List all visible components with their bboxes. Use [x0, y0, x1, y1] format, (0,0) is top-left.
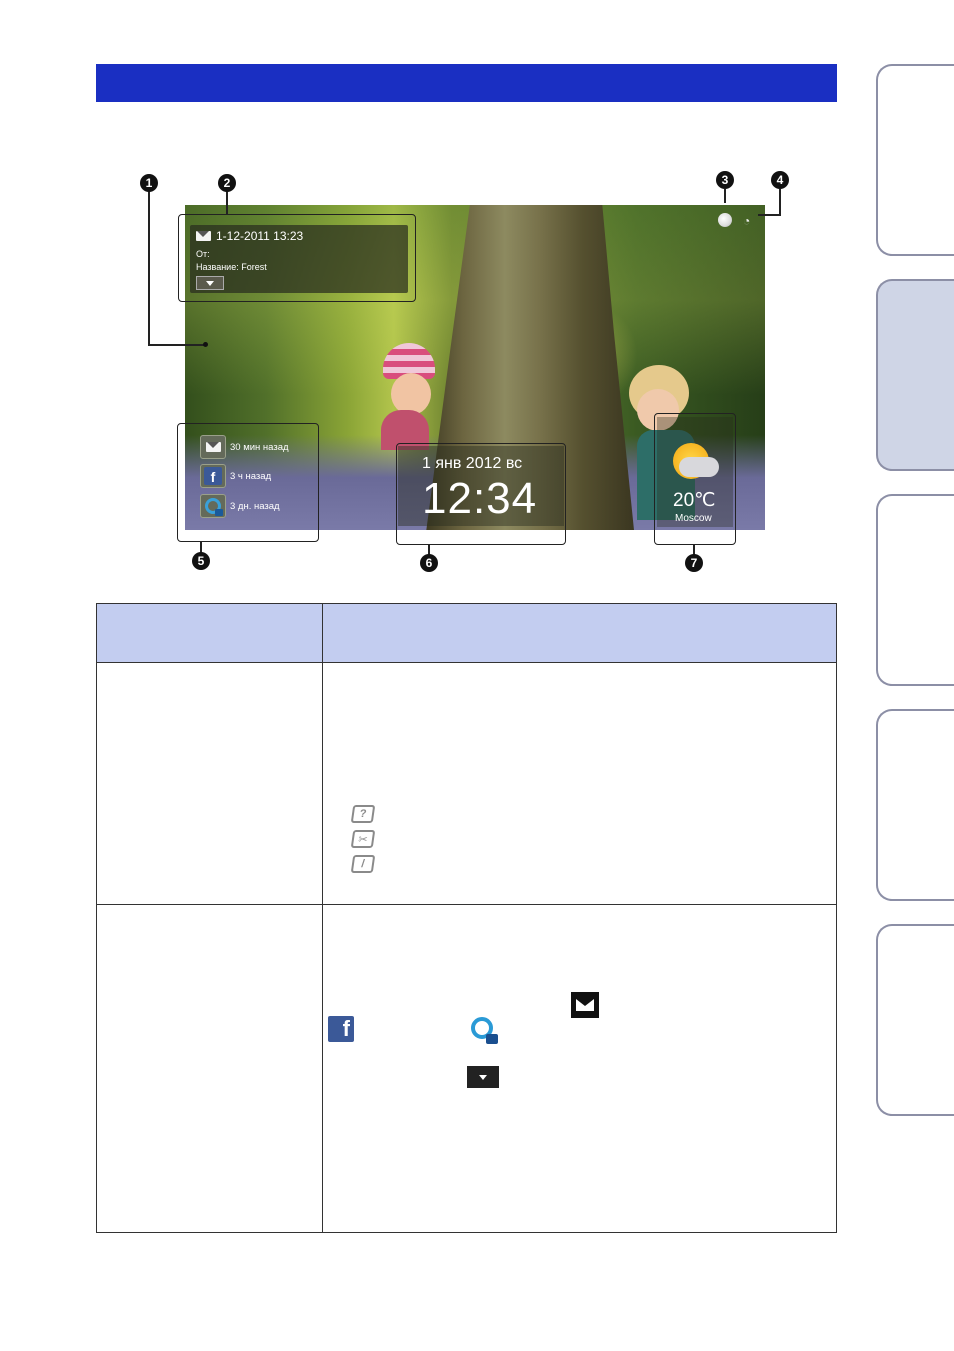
side-tab-5[interactable] — [876, 924, 954, 1116]
network-globe-icon — [718, 213, 732, 227]
leader-line-3 — [724, 189, 726, 203]
leader-line-2 — [226, 191, 228, 215]
table-row — [96, 662, 837, 905]
leader-line-1 — [148, 191, 150, 346]
rss-feed-icon: ◔ — [743, 214, 751, 228]
table-cell — [322, 662, 837, 905]
callout-box-clock — [396, 443, 566, 545]
callout-number-2: 2 — [218, 174, 236, 192]
photo-service-icon — [471, 1017, 498, 1044]
leader-dot-1 — [203, 342, 208, 347]
broken-file-indicator-icon: ✂ — [350, 830, 376, 848]
facebook-icon: f — [328, 1016, 354, 1042]
leader-line-1 — [148, 344, 206, 346]
callout-number-7: 7 — [685, 554, 703, 572]
side-tab-4[interactable] — [876, 709, 954, 901]
unknown-file-indicator-icon: ? — [350, 805, 376, 823]
callout-box-weather — [654, 413, 736, 545]
description-table — [96, 603, 837, 1233]
callout-number-4: 4 — [771, 171, 789, 189]
side-tab-3[interactable] — [876, 494, 954, 686]
side-tab-1[interactable] — [876, 64, 954, 256]
callout-number-6: 6 — [420, 554, 438, 572]
child-face — [391, 373, 431, 415]
callout-box-notifications — [177, 423, 319, 542]
table-header-row — [96, 603, 837, 663]
callout-number-3: 3 — [716, 171, 734, 189]
envelope-icon — [571, 992, 599, 1018]
callout-box-message — [178, 214, 416, 302]
side-tab-2[interactable] — [876, 279, 954, 471]
table-cell — [322, 904, 837, 1233]
table-header-cell — [96, 603, 323, 663]
leader-line-4 — [779, 189, 781, 216]
table-cell — [96, 662, 323, 905]
callout-number-5: 5 — [192, 552, 210, 570]
protected-file-indicator-icon: / — [350, 855, 376, 873]
table-header-cell — [322, 603, 837, 663]
callout-number-1: 1 — [140, 174, 158, 192]
leader-line-4 — [758, 214, 781, 216]
table-cell — [96, 904, 323, 1233]
section-title-bar — [96, 64, 837, 102]
dropdown-arrow-icon — [467, 1066, 499, 1088]
